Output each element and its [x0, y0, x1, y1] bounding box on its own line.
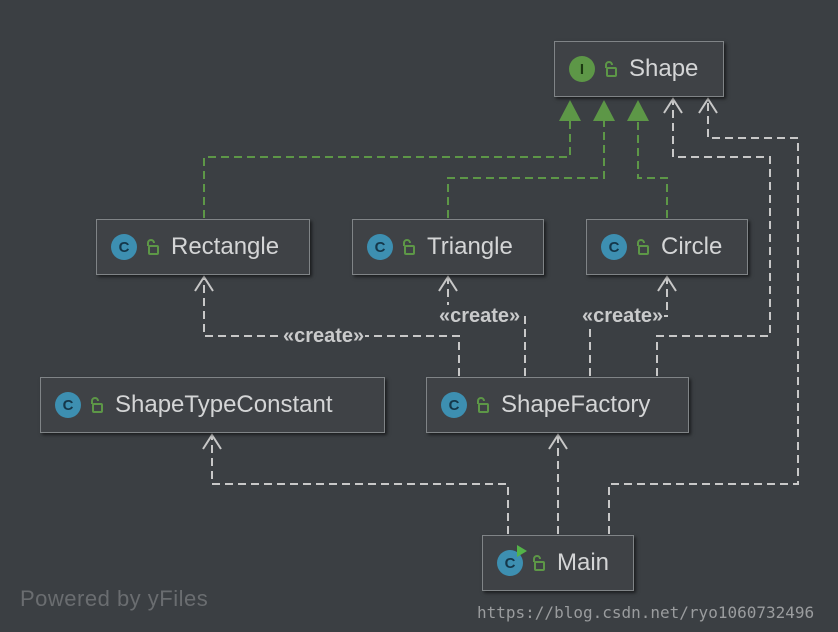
node-shape[interactable]: I Shape — [554, 41, 724, 97]
node-name: Shape — [629, 55, 699, 82]
create-label-circle: «create» — [581, 305, 665, 327]
edge-factory-create-circle — [589, 278, 668, 376]
node-main[interactable]: C Main — [482, 535, 634, 591]
create-label-rectangle: «create» — [282, 325, 366, 347]
edge-main-depends-shapetypeconstant — [211, 436, 509, 534]
interface-icon: I — [569, 56, 595, 82]
unlocked-padlock-icon — [603, 61, 617, 77]
arrowhead-triangle-shape — [593, 100, 615, 121]
node-rectangle[interactable]: C Rectangle — [96, 219, 310, 275]
class-icon: C — [111, 234, 137, 260]
unlocked-padlock-icon — [635, 239, 649, 255]
implements-edges — [203, 120, 668, 218]
node-shapetypeconstant[interactable]: C ShapeTypeConstant — [40, 377, 385, 433]
unlocked-padlock-icon — [145, 239, 159, 255]
node-name: Circle — [661, 233, 723, 260]
edge-triangle-implements-shape — [447, 120, 605, 218]
unlocked-padlock-icon — [475, 397, 489, 413]
unlocked-padlock-icon — [531, 555, 545, 571]
powered-by-label: Powered by yFiles — [20, 586, 209, 611]
edge-rectangle-implements-shape — [203, 120, 571, 218]
arrowhead-rectangle-shape — [559, 100, 581, 121]
node-name: Triangle — [427, 233, 513, 260]
edge-circle-implements-shape — [637, 120, 668, 218]
watermark-url: https://blog.csdn.net/ryo1060732496 — [477, 603, 815, 622]
node-triangle[interactable]: C Triangle — [352, 219, 544, 275]
create-label-triangle: «create» — [438, 305, 522, 327]
unlocked-padlock-icon — [401, 239, 415, 255]
class-icon: C — [55, 392, 81, 418]
runnable-class-icon: C — [497, 545, 527, 576]
class-icon: C — [367, 234, 393, 260]
arrowhead-circle-shape — [627, 100, 649, 121]
unlocked-padlock-icon — [89, 397, 103, 413]
node-name: ShapeFactory — [501, 391, 651, 418]
node-shapefactory[interactable]: C ShapeFactory — [426, 377, 689, 433]
implements-arrowheads — [559, 100, 649, 121]
node-name: ShapeTypeConstant — [115, 391, 333, 418]
node-name: Rectangle — [171, 233, 280, 260]
run-triangle-icon — [517, 545, 527, 557]
class-icon: C — [441, 392, 467, 418]
class-icon: C — [601, 234, 627, 260]
node-circle[interactable]: C Circle — [586, 219, 748, 275]
node-name: Main — [557, 549, 610, 576]
class-badge-letter: C — [504, 554, 516, 572]
